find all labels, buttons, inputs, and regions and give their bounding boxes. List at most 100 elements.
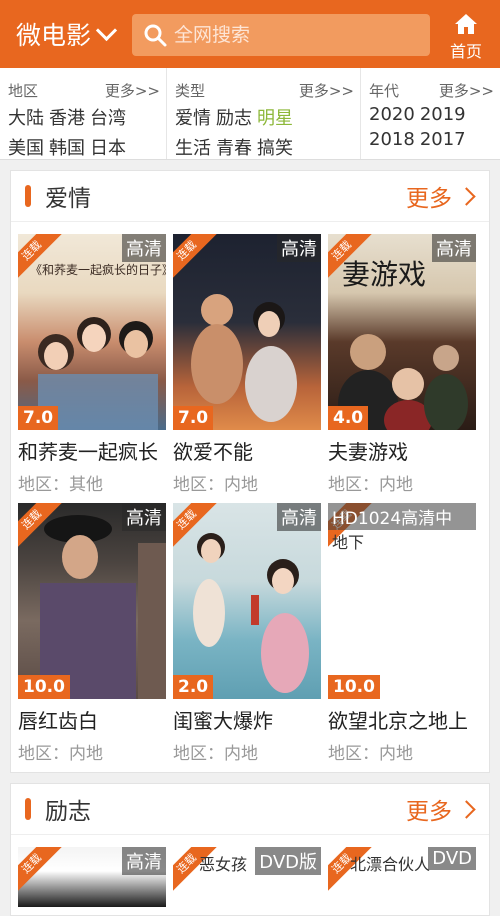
movie-title[interactable]: 欲望北京之地上 — [328, 705, 476, 734]
movie-card[interactable]: 妻游戏 连载 高清 4.0 夫妻游戏 地区：内地 — [328, 234, 476, 495]
filter-more-link[interactable]: 更多>> — [439, 80, 494, 101]
quality-badge: DVD — [428, 847, 476, 870]
filter-more-link[interactable]: 更多>> — [299, 80, 354, 101]
movie-region: 地区：内地 — [328, 744, 413, 764]
quality-badge: 高清 — [277, 234, 321, 262]
home-icon — [455, 14, 477, 34]
movie-card[interactable]: 连载 高清 2.0 闺蜜大爆炸 地区：内地 — [173, 503, 321, 764]
section-more-link[interactable]: 更多 — [406, 792, 476, 826]
filter-option[interactable]: 韩国 — [49, 138, 85, 159]
section-romance: 爱情 更多 《和荞麦一起疯长的日子》 连载 高清 7.0 和荞麦一起疯长 地区：… — [10, 170, 490, 773]
movie-title[interactable]: 闺蜜大爆炸 — [173, 705, 321, 734]
score-badge: 7.0 — [18, 406, 59, 430]
score-badge: 7.0 — [173, 406, 214, 430]
movie-poster[interactable]: 连载 高清 — [18, 847, 166, 907]
app-title-dropdown[interactable]: 微电影 — [16, 16, 118, 52]
movie-card[interactable]: 连载 高清 10.0 唇红齿白 地区：内地 — [18, 503, 166, 764]
search-icon — [144, 24, 167, 47]
poster-art — [191, 294, 297, 422]
movie-card[interactable]: 连载 恶女孩 DVD版 — [173, 847, 321, 907]
filter-option[interactable]: 励志 — [216, 108, 252, 129]
section-more-link[interactable]: 更多 — [406, 179, 476, 213]
more-label: 更多 — [406, 799, 452, 825]
movie-poster[interactable]: 连载 北漂合伙人 DVD — [328, 847, 476, 907]
movie-title[interactable]: 夫妻游戏 — [328, 436, 476, 465]
quality-badge: 高清 — [122, 234, 166, 262]
poster-alt-text: 恶女孩 — [199, 855, 248, 874]
score-badge: 2.0 — [173, 675, 214, 699]
chevron-right-icon — [457, 799, 476, 819]
section-title: 爱情 — [45, 186, 91, 212]
section-header: 励志 更多 — [11, 784, 489, 835]
movie-poster[interactable]: 连载 高清 2.0 — [173, 503, 321, 699]
movie-card[interactable]: 连载 HD1024高清中 地下 10.0 欲望北京之地上 地区：内地 — [328, 503, 476, 764]
filter-option[interactable]: 2017 — [420, 129, 466, 150]
movie-region: 地区：内地 — [18, 744, 103, 764]
score-badge: 4.0 — [328, 406, 369, 430]
filter-option[interactable]: 美国 — [8, 138, 44, 159]
filter-option[interactable]: 生活 — [175, 138, 211, 159]
quality-badge: 高清 — [432, 234, 476, 262]
quality-badge: HD1024高清中 — [328, 503, 476, 530]
search-box[interactable] — [132, 14, 430, 56]
filter-option[interactable]: 2018 — [369, 129, 415, 150]
movie-title[interactable]: 唇红齿白 — [18, 705, 166, 734]
filter-option[interactable]: 大陆 — [8, 108, 44, 129]
filter-option[interactable]: 2019 — [420, 104, 466, 125]
filter-option[interactable]: 日本 — [90, 138, 126, 159]
section-inspirational: 励志 更多 连载 高清 连载 恶女孩 DVD版 连载 北漂合伙人 DVD — [10, 783, 490, 916]
svg-text:妻游戏: 妻游戏 — [342, 258, 426, 291]
filter-option-active[interactable]: 明星 — [257, 108, 293, 129]
filter-more-link[interactable]: 更多>> — [105, 80, 160, 101]
movie-poster[interactable]: 连载 高清 7.0 — [173, 234, 321, 430]
movie-region: 地区：内地 — [173, 744, 258, 764]
poster-art: 《和荞麦一起疯长的日子》 — [30, 262, 166, 430]
movie-poster[interactable]: 连载 高清 10.0 — [18, 503, 166, 699]
filter-option[interactable]: 台湾 — [90, 108, 126, 129]
movie-region: 地区：内地 — [173, 475, 258, 495]
filter-option[interactable]: 香港 — [49, 108, 85, 129]
quality-badge: DVD版 — [255, 847, 321, 875]
poster-alt-text: 地下 — [332, 533, 365, 552]
movie-poster[interactable]: 妻游戏 连载 高清 4.0 — [328, 234, 476, 430]
search-input[interactable] — [172, 23, 416, 47]
movie-title[interactable]: 和荞麦一起疯长 — [18, 436, 166, 465]
section-header: 爱情 更多 — [11, 171, 489, 222]
home-button[interactable]: 首页 — [446, 12, 486, 62]
filter-genre: 类型 更多>> 爱情 励志 明星 生活 青春 搞笑 — [166, 68, 360, 159]
filter-option[interactable]: 搞笑 — [257, 138, 293, 159]
movie-card[interactable]: 连载 高清 7.0 欲爱不能 地区：内地 — [173, 234, 321, 495]
movie-poster[interactable]: 连载 恶女孩 DVD版 — [173, 847, 321, 907]
svg-text:《和荞麦一起疯长的日子》: 《和荞麦一起疯长的日子》 — [30, 262, 166, 277]
filter-option[interactable]: 爱情 — [175, 108, 211, 129]
filter-year: 年代 更多>> 2020 2019 2018 2017 — [360, 68, 500, 159]
score-badge: 10.0 — [328, 675, 380, 699]
top-bar: 微电影 首页 — [0, 0, 500, 68]
movie-region: 地区：其他 — [18, 475, 103, 495]
score-badge: 10.0 — [18, 675, 70, 699]
filter-option[interactable]: 2020 — [369, 104, 415, 125]
poster-alt-text: 北漂合伙人 — [350, 855, 431, 874]
section-marker — [25, 185, 31, 207]
quality-badge: 高清 — [122, 503, 166, 531]
filter-region: 地区 更多>> 大陆 香港 台湾 美国 韩国 日本 — [0, 68, 166, 159]
home-label: 首页 — [449, 42, 482, 61]
movie-poster[interactable]: 连载 HD1024高清中 地下 10.0 — [328, 503, 476, 699]
poster-art — [193, 533, 309, 693]
filter-bar: 地区 更多>> 大陆 香港 台湾 美国 韩国 日本 类型 更多>> 爱情 励志 明星 生活青… — [0, 68, 500, 160]
movie-region: 地区：内地 — [328, 475, 413, 495]
serial-ribbon: 连载 — [18, 847, 64, 896]
movie-card[interactable]: 《和荞麦一起疯长的日子》 连载 高清 7.0 和荞麦一起疯长 地区：其他 — [18, 234, 166, 495]
movie-poster[interactable]: 《和荞麦一起疯长的日子》 连载 高清 7.0 — [18, 234, 166, 430]
poster-art — [40, 515, 166, 699]
filter-option[interactable]: 青春 — [216, 138, 252, 159]
movie-card[interactable]: 连载 高清 — [18, 847, 166, 907]
movie-card[interactable]: 连载 北漂合伙人 DVD — [328, 847, 476, 907]
section-title: 励志 — [45, 799, 91, 825]
poster-art: 妻游戏 — [338, 258, 468, 430]
chevron-down-icon — [95, 19, 118, 41]
quality-badge: 高清 — [277, 503, 321, 531]
quality-badge: 高清 — [122, 847, 166, 875]
chevron-right-icon — [457, 186, 476, 206]
movie-title[interactable]: 欲爱不能 — [173, 436, 321, 465]
